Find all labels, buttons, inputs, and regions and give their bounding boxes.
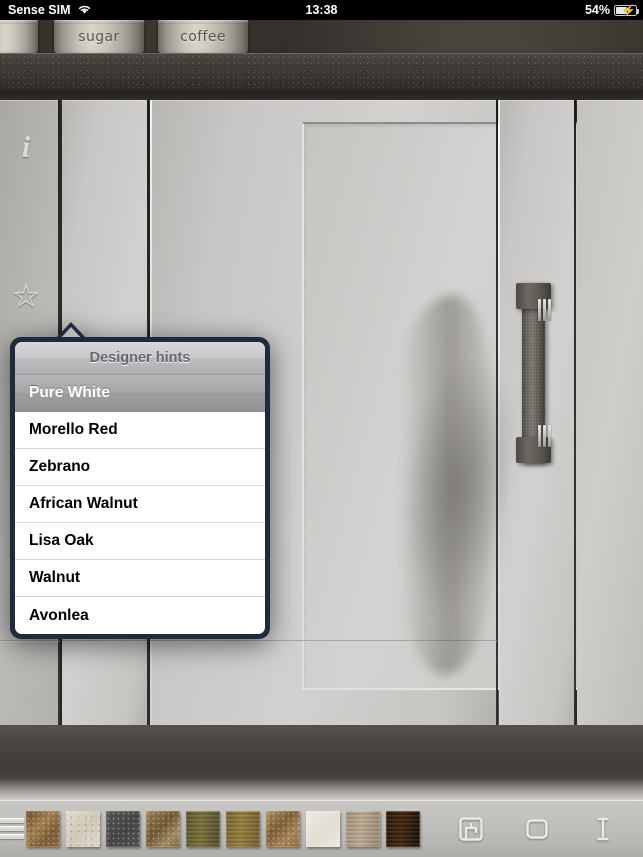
hint-row-walnut[interactable]: Walnut — [15, 560, 265, 597]
canister-label: coffee — [180, 29, 226, 45]
hint-row-morello-red[interactable]: Morello Red — [15, 412, 265, 449]
status-bar-center: 13:38 — [0, 0, 643, 20]
swatch-brown-granite[interactable] — [26, 810, 60, 847]
hint-label: Zebrano — [29, 458, 91, 475]
canister — [0, 20, 38, 53]
hint-label: Pure White — [29, 384, 110, 401]
room-shape-button[interactable] — [522, 814, 552, 844]
canister-coffee: coffee — [158, 20, 248, 53]
kitchen-3d-viewport[interactable]: sugar coffee i ☆ Designer hints Pure Whi… — [0, 20, 643, 800]
swatch-golden-oak[interactable] — [226, 810, 260, 847]
granite-worktop — [0, 53, 643, 90]
canister-sugar: sugar — [54, 20, 144, 53]
measure-height-icon — [597, 817, 609, 840]
hint-label: Morello Red — [29, 421, 118, 438]
floor-plan-button[interactable] — [456, 814, 486, 844]
hint-label: African Walnut — [29, 495, 138, 512]
plinth-kickboard — [0, 725, 643, 800]
swatch-white-stone[interactable] — [306, 810, 340, 847]
status-bar: Sense SIM 13:38 54% ⚡ — [0, 0, 643, 20]
battery-percent-label: 54% — [584, 3, 610, 17]
bottom-toolbar — [0, 800, 643, 857]
hamburger-menu-icon — [0, 815, 24, 842]
canister-label: sugar — [78, 29, 120, 45]
favourite-button[interactable]: ☆ — [8, 278, 44, 314]
toolbar-tools — [456, 814, 643, 844]
favourite-star-icon: ☆ — [11, 278, 41, 314]
swatch-espresso-wood[interactable] — [386, 810, 420, 847]
clock-label: 13:38 — [305, 3, 338, 17]
status-bar-right: 54% ⚡ — [584, 0, 639, 20]
hint-label: Avonlea — [29, 606, 89, 624]
hint-row-lisa-oak[interactable]: Lisa Oak — [15, 523, 265, 560]
menu-button[interactable] — [0, 800, 24, 857]
swatch-light-oak[interactable] — [346, 810, 380, 847]
swatch-tan-granite[interactable] — [146, 810, 180, 847]
cabinet-handle[interactable] — [516, 283, 551, 463]
hint-label: Walnut — [29, 569, 81, 586]
handle-cast-shadow — [400, 295, 490, 675]
cabinet-panel-5[interactable] — [577, 100, 643, 725]
rounded-square-icon — [526, 818, 548, 839]
measure-button[interactable] — [588, 814, 618, 844]
material-swatch-list[interactable] — [26, 810, 420, 847]
swatch-dark-grey-stone[interactable] — [106, 810, 140, 847]
app-screen: Sense SIM 13:38 54% ⚡ sugar coffee i ☆ D… — [0, 0, 643, 857]
panel-seam — [574, 100, 576, 725]
swatch-speckled-granite[interactable] — [266, 810, 300, 847]
swatch-olive-oak[interactable] — [186, 810, 220, 847]
floor-plan-icon — [459, 816, 483, 841]
swatch-cream-stone[interactable] — [66, 810, 100, 847]
hint-label: Lisa Oak — [29, 532, 94, 549]
hint-row-pure-white[interactable]: Pure White — [15, 375, 265, 412]
popover-title: Designer hints — [15, 342, 265, 375]
battery-charging-icon: ⚡ — [614, 4, 639, 17]
hint-row-zebrano[interactable]: Zebrano — [15, 449, 265, 486]
info-button[interactable]: i — [8, 130, 44, 166]
hint-row-avonlea[interactable]: Avonlea — [15, 597, 265, 634]
info-icon: i — [21, 131, 31, 164]
hint-row-african-walnut[interactable]: African Walnut — [15, 486, 265, 523]
